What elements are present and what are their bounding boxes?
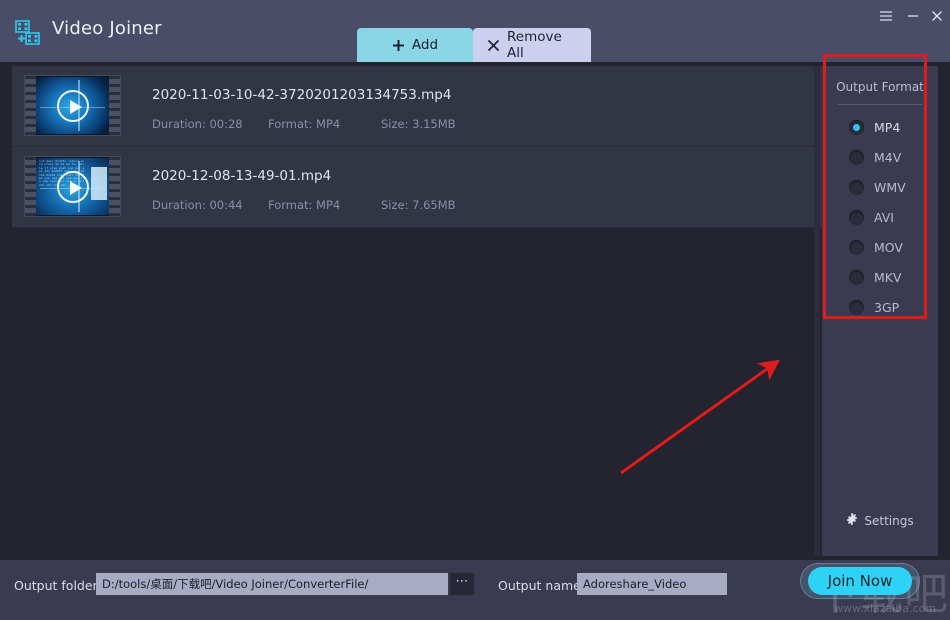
format-option-label: WMV <box>874 179 906 195</box>
format-option-label: MOV <box>874 239 903 255</box>
file-duration: Duration: 00:44 <box>152 198 243 212</box>
radio-icon <box>849 209 864 225</box>
file-list-scrollbar[interactable] <box>814 66 820 556</box>
output-name-input[interactable]: Adoreshare_Video <box>577 573 727 595</box>
toolbar: Add Remove All <box>357 28 591 62</box>
format-option-mkv[interactable]: MKV <box>822 262 938 292</box>
file-list[interactable]: 2020-11-03-10-42-3720201203134753.mp4 Du… <box>12 66 822 556</box>
gear-icon <box>846 513 858 528</box>
page-title: Video Joiner <box>52 18 162 39</box>
format-option-3gp[interactable]: 3GP <box>822 292 938 322</box>
file-name: 2020-11-03-10-42-3720201203134753.mp4 <box>152 87 452 103</box>
output-folder-input[interactable]: D:/tools/桌面/下载吧/Video Joiner/ConverterFi… <box>96 573 448 595</box>
format-option-wmv[interactable]: WMV <box>822 172 938 202</box>
file-format: Format: MP4 <box>268 117 341 131</box>
output-folder-label: Output folder: <box>14 578 102 593</box>
file-format: Format: MP4 <box>268 198 341 212</box>
list-item[interactable]: int main 0x4f3a return void class 92 81 … <box>12 147 822 228</box>
output-name-label: Output name: <box>498 578 586 593</box>
format-option-label: M4V <box>874 149 902 165</box>
radio-icon <box>849 179 864 195</box>
file-duration: Duration: 00:28 <box>152 117 243 131</box>
remove-all-button-label: Remove All <box>507 29 562 61</box>
settings-button[interactable]: Settings <box>822 513 938 528</box>
divider <box>838 104 922 105</box>
radio-icon <box>849 299 864 315</box>
file-meta: Duration: 00:28 Format: MP4 Size: 3.15MB <box>152 117 456 131</box>
file-size: Size: 3.15MB <box>381 117 456 131</box>
file-size: Size: 7.65MB <box>381 198 456 212</box>
minimize-icon[interactable] <box>901 6 925 28</box>
hamburger-menu-icon[interactable] <box>874 6 898 28</box>
format-option-label: 3GP <box>874 299 900 315</box>
format-option-mp4[interactable]: MP4 <box>822 112 938 142</box>
remove-all-button[interactable]: Remove All <box>473 28 591 62</box>
radio-icon <box>849 119 864 135</box>
format-option-label: AVI <box>874 209 894 225</box>
radio-icon <box>849 239 864 255</box>
add-button-label: Add <box>411 37 439 53</box>
browse-folder-button[interactable]: ⋯ <box>450 573 474 595</box>
settings-label: Settings <box>864 513 914 528</box>
format-option-avi[interactable]: AVI <box>822 202 938 232</box>
close-icon[interactable] <box>925 6 949 28</box>
format-option-label: MP4 <box>874 119 901 135</box>
format-option-label: MKV <box>874 269 902 285</box>
output-format-radio-group: MP4 M4V WMV AVI MOV MKV 3GP <box>822 112 938 322</box>
plus-icon <box>392 39 405 52</box>
title-bar: Video Joiner Add Remove All <box>0 0 950 62</box>
join-now-button[interactable]: Join Now <box>808 567 912 595</box>
list-item[interactable]: 2020-11-03-10-42-3720201203134753.mp4 Du… <box>12 66 822 147</box>
radio-icon <box>849 149 864 165</box>
video-thumbnail-play-icon <box>24 75 121 136</box>
video-joiner-window: Video Joiner Add Remove All 2020-11-03-1… <box>0 0 950 620</box>
format-option-mov[interactable]: MOV <box>822 232 938 262</box>
output-format-title: Output Format <box>836 80 924 94</box>
radio-icon <box>849 269 864 285</box>
video-thumbnail-play-icon: int main 0x4f3a return void class 92 81 … <box>24 156 121 217</box>
output-format-panel: Output Format MP4 M4V WMV AVI MOV MKV 3G… <box>822 66 938 556</box>
close-x-icon <box>487 39 500 52</box>
film-plus-icon <box>14 20 44 46</box>
format-option-m4v[interactable]: M4V <box>822 142 938 172</box>
file-name: 2020-12-08-13-49-01.mp4 <box>152 168 332 184</box>
add-button[interactable]: Add <box>357 28 473 62</box>
file-meta: Duration: 00:44 Format: MP4 Size: 7.65MB <box>152 198 456 212</box>
